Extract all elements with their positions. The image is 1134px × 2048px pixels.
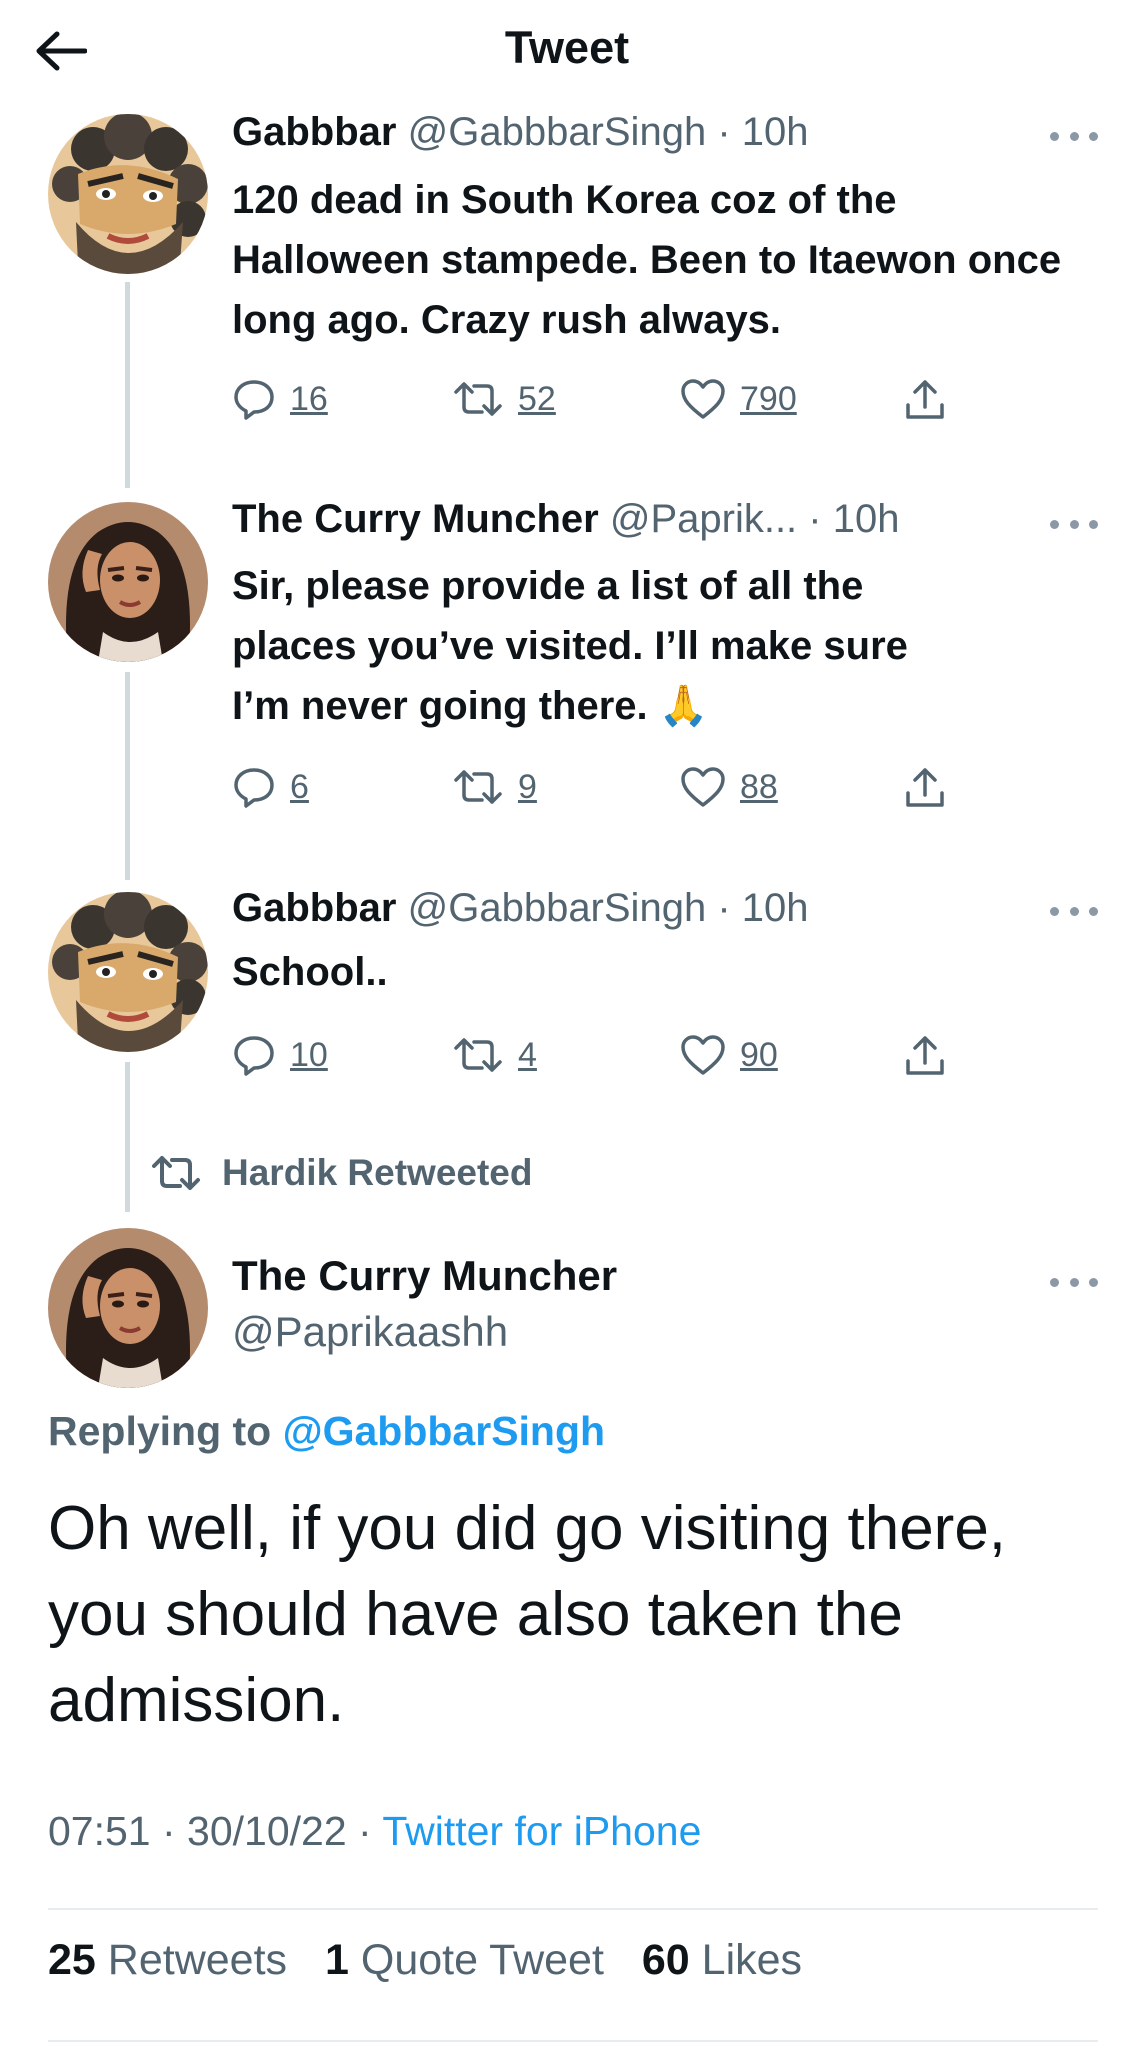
heart-icon <box>681 379 725 419</box>
tweet-time: 07:51 · 30/10/22 · <box>48 1808 372 1854</box>
author-handle[interactable]: @GabbbarSingh <box>408 886 707 930</box>
retweets-label: Retweets <box>107 1936 288 1984</box>
quote-tweets-label: Quote Tweet <box>360 1936 604 1984</box>
retweet-button[interactable]: 52 <box>452 374 556 424</box>
reply-icon <box>234 1036 274 1076</box>
author-name[interactable]: The Curry Muncher <box>232 497 599 541</box>
top-bar: Tweet <box>0 0 1134 100</box>
tweet-actions: 16 52 790 <box>232 374 952 424</box>
avatar[interactable] <box>48 502 208 662</box>
like-button[interactable]: 790 <box>680 374 797 424</box>
retweet-icon <box>152 1156 200 1190</box>
more-options-icon[interactable] <box>1050 1276 1098 1288</box>
replying-to: Replying to @GabbbarSingh <box>48 1408 605 1455</box>
retweet-icon <box>454 382 502 416</box>
retweeted-by-label: Hardik Retweeted <box>222 1152 533 1193</box>
tweet-timestamp: 07:51 · 30/10/22 · Twitter for iPhone <box>48 1808 701 1855</box>
likes-count: 60 <box>641 1936 690 1984</box>
author-name[interactable]: Gabbbar <box>232 886 396 930</box>
avatar[interactable] <box>48 1228 208 1388</box>
author-handle[interactable]: @Paprikaashh <box>232 1308 508 1356</box>
share-button[interactable] <box>904 762 946 812</box>
like-count: 90 <box>740 1035 778 1074</box>
tweet-time: · 10h <box>717 110 809 154</box>
reply-count: 6 <box>290 767 309 806</box>
share-button[interactable] <box>904 374 946 424</box>
reply-button[interactable]: 16 <box>232 374 328 424</box>
woman-portrait-avatar-icon <box>48 502 208 662</box>
tweet-header: Gabbbar @GabbbarSingh · 10h <box>232 110 808 155</box>
reply-button[interactable]: 10 <box>232 1030 328 1080</box>
engagement-stats: 25 Retweets 1 Quote Tweet 60 Likes <box>48 1936 828 1985</box>
heart-icon <box>681 767 725 807</box>
retweet-count: 9 <box>518 767 537 806</box>
reply-count: 10 <box>290 1035 328 1074</box>
more-options-icon[interactable] <box>1050 518 1098 530</box>
tweet-text: Oh well, if you did go visiting there, y… <box>48 1494 1007 1735</box>
page-title: Tweet <box>504 22 630 73</box>
like-count: 790 <box>740 379 797 418</box>
share-icon <box>906 768 944 807</box>
like-button[interactable]: 90 <box>680 1030 778 1080</box>
tweet-header: Gabbbar @GabbbarSingh · 10h <box>232 886 808 931</box>
author-name[interactable]: Gabbbar <box>232 110 396 154</box>
divider <box>48 1908 1098 1910</box>
tweet-text: Sir, please provide a list of all the pl… <box>232 564 908 728</box>
like-button[interactable]: 88 <box>680 762 778 812</box>
reply-icon <box>234 380 274 420</box>
tweet-actions: 6 9 88 <box>232 762 952 812</box>
retweeted-by-banner[interactable]: Hardik Retweeted <box>150 1148 533 1198</box>
share-icon <box>906 1036 944 1075</box>
retweet-button[interactable]: 4 <box>452 1030 537 1080</box>
tweet-header: The Curry Muncher @Paprik... · 10h <box>232 497 899 542</box>
reply-button[interactable]: 6 <box>232 762 309 812</box>
author-handle[interactable]: @Paprik... <box>610 497 797 541</box>
retweets-count: 25 <box>48 1936 96 1984</box>
share-icon <box>906 380 944 419</box>
more-options-icon[interactable] <box>1050 905 1098 917</box>
tweet-time: · 10h <box>808 497 900 541</box>
share-button[interactable] <box>904 1030 946 1080</box>
retweet-button[interactable]: 9 <box>452 762 537 812</box>
quote-tweets-stat[interactable]: 1 Quote Tweet <box>325 1936 616 1984</box>
thread-connector <box>125 672 130 880</box>
tweet-text: 120 dead in South Korea coz of the Hallo… <box>232 178 1062 342</box>
tweet-text: School.. <box>232 950 388 994</box>
woman-portrait-avatar-icon <box>48 1228 208 1388</box>
reply-count: 16 <box>290 379 328 418</box>
tweet-time: · 10h <box>717 886 809 930</box>
tweet-actions: 10 4 90 <box>232 1030 952 1080</box>
reply-icon <box>234 768 274 808</box>
retweet-count: 4 <box>518 1035 537 1074</box>
cartoon-man-avatar-icon <box>48 892 208 1052</box>
replying-to-handle-link[interactable]: @GabbbarSingh <box>283 1408 605 1454</box>
thread-connector <box>125 1062 130 1212</box>
retweet-icon <box>454 770 502 804</box>
thread-connector <box>125 282 130 488</box>
author-name[interactable]: The Curry Muncher <box>232 1252 617 1300</box>
likes-label: Likes <box>701 1936 803 1984</box>
like-count: 88 <box>740 767 778 806</box>
tweet-source-link[interactable]: Twitter for iPhone <box>382 1808 701 1854</box>
retweets-stat[interactable]: 25 Retweets <box>48 1936 299 1984</box>
retweet-icon <box>454 1038 502 1072</box>
avatar[interactable] <box>48 114 208 274</box>
quote-tweets-count: 1 <box>325 1936 349 1984</box>
retweet-count: 52 <box>518 379 556 418</box>
avatar[interactable] <box>48 892 208 1052</box>
author-handle[interactable]: @GabbbarSingh <box>408 110 707 154</box>
more-options-icon[interactable] <box>1050 130 1098 142</box>
cartoon-man-avatar-icon <box>48 114 208 274</box>
replying-to-label: Replying to <box>48 1408 272 1454</box>
heart-icon <box>681 1035 725 1075</box>
divider <box>48 2040 1098 2042</box>
likes-stat[interactable]: 60 Likes <box>642 1936 802 1984</box>
